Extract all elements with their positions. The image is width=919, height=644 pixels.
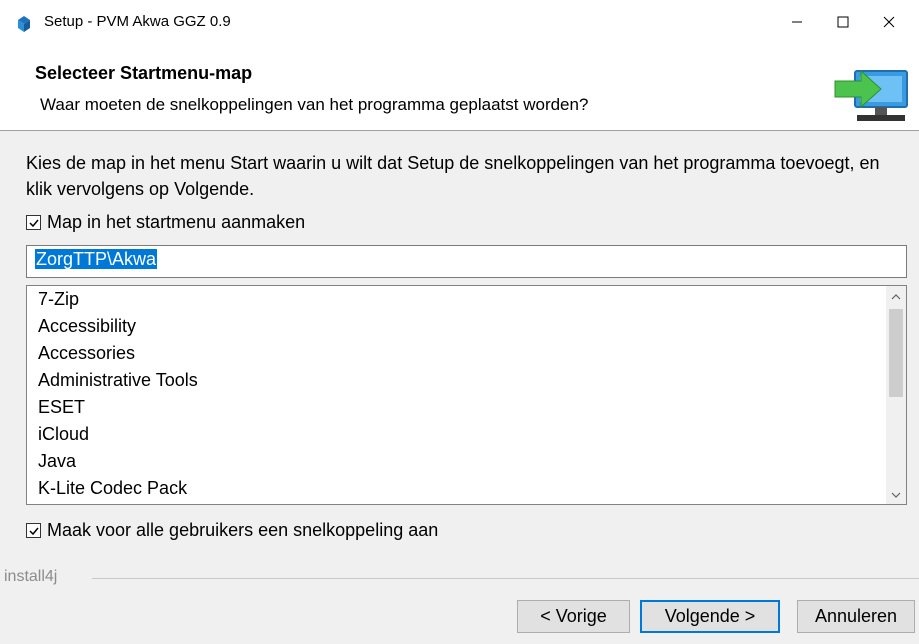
setup-window: Setup - PVM Akwa GGZ 0.9 Selecteer Start… <box>0 0 919 644</box>
list-item[interactable]: Java <box>27 448 886 475</box>
all-users-checkbox-row[interactable]: Maak voor alle gebruikers een snelkoppel… <box>26 520 438 541</box>
scroll-up-button[interactable] <box>886 286 906 306</box>
close-button[interactable] <box>866 0 912 47</box>
list-item[interactable]: Administrative Tools <box>27 367 886 394</box>
folder-name-value: ZorgTTP\Akwa <box>35 249 158 269</box>
folder-name-field[interactable]: ZorgTTP\Akwa <box>26 245 907 278</box>
minimize-icon <box>791 15 803 33</box>
list-item[interactable]: Accessories <box>27 340 886 367</box>
window-title: Setup - PVM Akwa GGZ 0.9 <box>44 13 231 30</box>
title-bar: Setup - PVM Akwa GGZ 0.9 <box>0 0 919 47</box>
list-item[interactable]: Accessibility <box>27 313 886 340</box>
page-subtitle: Waar moeten de snelkoppelingen van het p… <box>40 95 589 114</box>
list-item[interactable]: K-Lite Codec Pack <box>27 475 886 502</box>
wizard-header: Selecteer Startmenu-map Waar moeten de s… <box>0 47 919 131</box>
minimize-button[interactable] <box>774 0 820 47</box>
page-title: Selecteer Startmenu-map <box>35 63 253 83</box>
folder-list-items: 7-Zip Accessibility Accessories Administrat… <box>27 286 886 504</box>
next-button[interactable]: Volgende > <box>640 600 780 633</box>
brand-label: install4j <box>4 568 62 586</box>
folder-list[interactable]: 7-Zip Accessibility Accessories Administrat… <box>26 285 907 505</box>
all-users-checkbox[interactable] <box>26 523 41 538</box>
list-item[interactable]: ESET <box>27 394 886 421</box>
maximize-icon <box>837 15 849 33</box>
back-button[interactable]: < Vorige <box>517 600 630 633</box>
scroll-down-button[interactable] <box>886 484 906 504</box>
create-folder-checkbox-row[interactable]: Map in het startmenu aanmaken <box>26 212 305 233</box>
close-icon <box>883 15 895 33</box>
computer-arrow-icon <box>833 59 913 129</box>
list-item[interactable]: 7-Zip <box>27 286 886 313</box>
cancel-button[interactable]: Annuleren <box>797 600 915 633</box>
chevron-down-icon <box>891 485 901 503</box>
instructions-text: Kies de map in het menu Start waarin u w… <box>26 153 880 199</box>
create-folder-checkbox[interactable] <box>26 215 41 230</box>
all-users-label: Maak voor alle gebruikers een snelkoppel… <box>47 520 439 540</box>
scroll-thumb[interactable] <box>889 309 903 397</box>
maximize-button[interactable] <box>820 0 866 47</box>
footer-divider <box>92 578 919 579</box>
list-scrollbar[interactable] <box>886 286 906 504</box>
installer-icon <box>14 15 34 33</box>
create-folder-label: Map in het startmenu aanmaken <box>47 212 306 232</box>
list-item[interactable]: iCloud <box>27 421 886 448</box>
chevron-up-icon <box>891 287 901 305</box>
